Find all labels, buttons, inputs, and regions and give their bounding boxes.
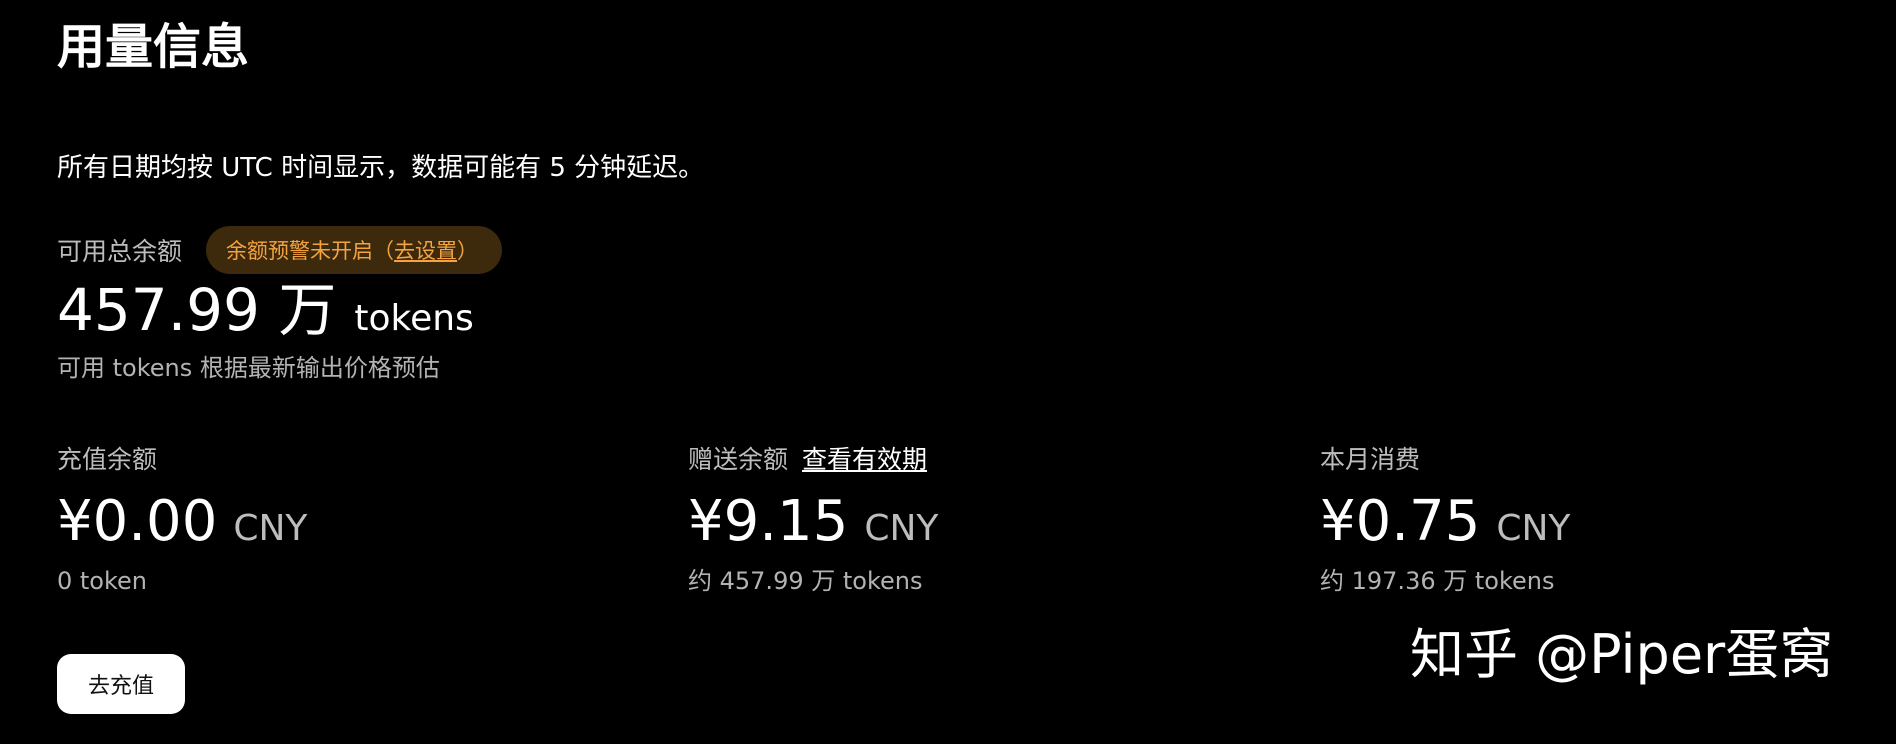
balance-alert-settings-link[interactable]: 去设置 [394,235,457,265]
card-header: 本月消费 [1320,438,1896,478]
total-balance-label: 可用总余额 [57,237,183,266]
total-balance-unit: tokens [354,298,474,339]
gift-balance-value: ¥9.15 CNY [688,484,1288,560]
total-balance-amount: 457.99 万 [57,276,337,344]
gift-balance-card: 赠送余额 查看有效期 ¥9.15 CNY 约 457.99 万 tokens [688,438,1288,598]
monthly-spend-label: 本月消费 [1320,445,1421,474]
gift-balance-label: 赠送余额 [688,445,789,474]
total-balance-header: 可用总余额 余额预警未开启（ 去设置 ） [57,226,503,274]
recharge-button[interactable]: 去充值 [57,654,185,714]
total-balance-value: 457.99 万 tokens [57,274,474,346]
view-validity-link[interactable]: 查看有效期 [802,440,927,476]
timezone-notice: 所有日期均按 UTC 时间显示，数据可能有 5 分钟延迟。 [57,153,705,183]
monthly-spend-tokens: 约 197.36 万 tokens [1320,567,1555,595]
balance-alert-text: 余额预警未开启（ [226,239,395,263]
gift-balance-currency: CNY [864,508,939,549]
monthly-spend-amount: ¥0.75 [1320,489,1481,554]
recharge-balance-value: ¥0.00 CNY [57,484,657,560]
recharge-balance-label: 充值余额 [57,445,158,474]
balance-alert-badge: 余额预警未开启（ 去设置 ） [206,226,503,274]
recharge-balance-currency: CNY [233,508,308,549]
card-header: 充值余额 [57,438,657,478]
total-balance-note: 可用 tokens 根据最新输出价格预估 [57,354,440,382]
gift-balance-tokens: 约 457.99 万 tokens [688,567,923,595]
recharge-balance-card: 充值余额 ¥0.00 CNY 0 token [57,438,657,598]
gift-balance-amount: ¥9.15 [688,489,849,554]
card-header: 赠送余额 查看有效期 [688,438,1288,478]
page-title: 用量信息 [57,19,250,75]
balance-alert-close-paren: ） [457,239,479,263]
monthly-spend-card: 本月消费 ¥0.75 CNY 约 197.36 万 tokens [1320,438,1896,598]
recharge-balance-tokens: 0 token [57,567,148,595]
monthly-spend-currency: CNY [1496,508,1571,549]
recharge-balance-amount: ¥0.00 [57,489,218,554]
watermark: 知乎 @Piper蛋窝 [1410,623,1834,686]
monthly-spend-value: ¥0.75 CNY [1320,484,1896,560]
